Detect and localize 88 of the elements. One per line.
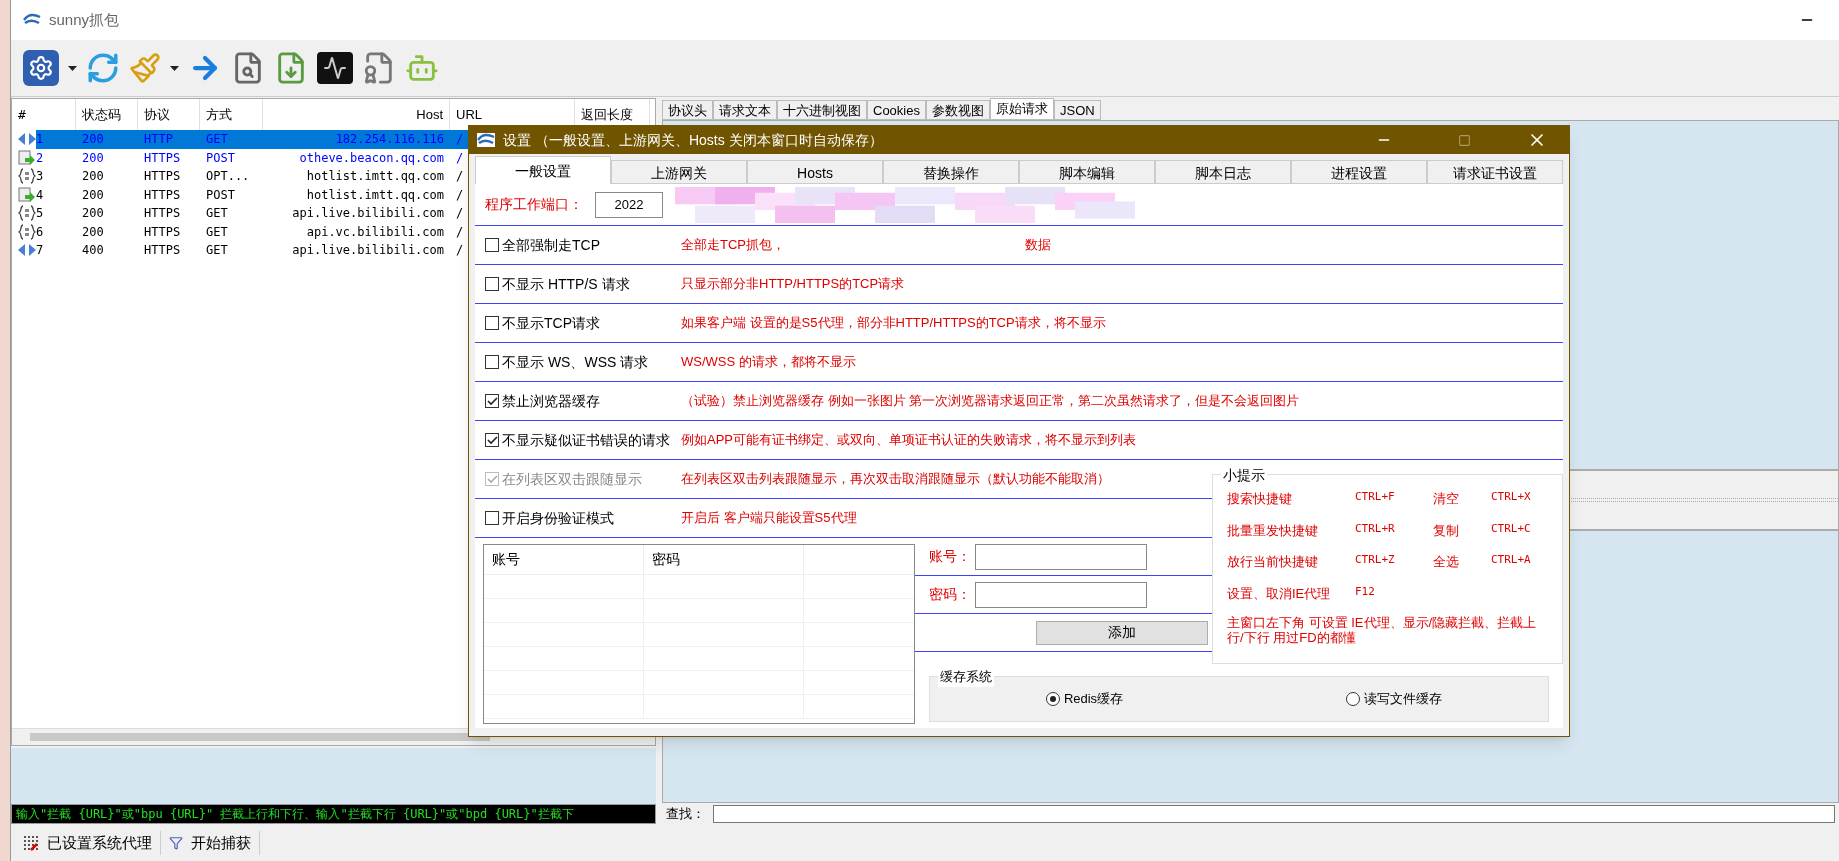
option-label[interactable]: 不显示疑似证书错误的请求 (502, 429, 670, 451)
cache-title: 缓存系统 (938, 667, 994, 687)
app-logo-icon (23, 13, 41, 27)
add-button[interactable]: 添加 (1036, 620, 1208, 645)
option-description: 如果客户端 设置的是S5代理，部分非HTTP/HTTPS的TCP请求，将不显示 (681, 314, 1106, 333)
settings-tab[interactable]: 上游网关 (611, 160, 747, 184)
detail-tab[interactable]: 十六进制视图 (777, 100, 867, 120)
shortcut-keys: F12 (1355, 583, 1433, 603)
account-field[interactable] (975, 543, 1147, 570)
caret-icon[interactable] (170, 65, 179, 71)
shortcut-keys: CTRL+C (1491, 520, 1548, 540)
option-label[interactable]: 禁止浏览器缓存 (502, 390, 600, 412)
shortcut-action: 清空 (1433, 490, 1460, 508)
tips-note: 主窗口左下角 可设置 IE代理、显示/隐藏拦截、拦截上行/下行 用过FD的都懂 (1227, 615, 1538, 645)
settings-tab[interactable]: 进程设置 (1291, 160, 1427, 184)
shortcut-action: 批量重发快捷键 (1227, 521, 1319, 540)
password-label: 密码： (929, 585, 971, 604)
double-arrow-icon (18, 244, 36, 257)
braces-icon (18, 223, 36, 240)
radio-button[interactable] (1345, 692, 1360, 706)
shortcut-action: 搜索快捷键 (1227, 490, 1293, 508)
column-header[interactable]: 密码 (644, 545, 804, 574)
option-description: （试验）禁止浏览器缓存 例如一张图片 第一次浏览器请求返回正常，第二次虽然请求了，但是不会返回图片 (681, 392, 1300, 411)
settings-tab[interactable]: 请求证书设置 (1427, 160, 1563, 184)
caret-icon[interactable] (68, 65, 77, 71)
checkbox[interactable] (485, 277, 499, 291)
option-label[interactable]: 开启身份验证模式 (502, 507, 614, 529)
option-description: 例如APP可能有证书绑定、或双向、单项证书认证的失败请求，将不显示到列表 (681, 431, 1136, 450)
detail-tab[interactable]: 参数视图 (925, 100, 990, 120)
option-description: 在列表区双击列表跟随显示，再次双击取消跟随显示（默认功能不能取消） (681, 470, 1110, 489)
shortcut-keys: CTRL+Z (1355, 552, 1433, 572)
braces-icon (18, 205, 36, 222)
checkbox[interactable] (485, 511, 499, 525)
option-description: 全部走TCP抓包， (681, 236, 785, 255)
settings-tab[interactable]: 替换操作 (883, 160, 1019, 184)
shortcut-keys: CTRL+F (1355, 489, 1433, 509)
option-description: 开启后 客户端只能设置S5代理 (681, 509, 857, 528)
document-arrow-icon (18, 186, 36, 203)
option-description: 数据 (1025, 236, 1051, 255)
settings-tab[interactable]: Hosts (747, 160, 883, 184)
radio-button[interactable] (1045, 692, 1060, 706)
search-label: 查找： (666, 805, 705, 824)
window-title: sunny抓包 (49, 9, 120, 30)
checkbox[interactable] (485, 238, 499, 252)
shortcut-keys: CTRL+A (1491, 552, 1548, 572)
detail-tab[interactable]: 请求文本 (713, 100, 777, 120)
detail-tab[interactable]: 协议头 (662, 100, 713, 120)
settings-tab[interactable]: 脚本编辑 (1019, 160, 1155, 184)
monitor-pulse-icon[interactable] (317, 52, 353, 84)
option-label[interactable]: 全部强制走TCP (502, 234, 600, 256)
option-description: WS/WSS 的请求，都将不显示 (681, 353, 856, 372)
shortcut-action: 复制 (1433, 521, 1460, 540)
refresh-icon[interactable] (86, 51, 120, 85)
option-label[interactable]: 不显示 WS、WSS 请求 (502, 351, 649, 373)
checkbox[interactable] (485, 316, 499, 330)
port-field[interactable]: 2022 (595, 191, 663, 218)
proxy-grid-icon (23, 835, 39, 851)
settings-icon[interactable] (23, 50, 59, 86)
checkbox[interactable] (485, 355, 499, 369)
option-label[interactable]: 不显示TCP请求 (502, 312, 600, 334)
radio-label[interactable]: Redis缓存 (1063, 689, 1124, 709)
search-field[interactable] (713, 805, 1835, 823)
detail-tab[interactable]: Cookies (867, 100, 926, 120)
shortcut-keys: CTRL+R (1355, 520, 1433, 540)
status-button[interactable]: 已设置系统代理 (15, 831, 161, 855)
app-logo-icon (477, 133, 495, 147)
radio-label[interactable]: 读写文件缓存 (1363, 689, 1442, 709)
option-description: 只显示部分非HTTP/HTTPS的TCP请求 (681, 275, 905, 294)
detail-tab[interactable]: 原始请求 (989, 98, 1054, 120)
option-label[interactable]: 不显示 HTTP/S 请求 (502, 273, 630, 295)
shortcut-action: 设置、取消IE代理 (1227, 584, 1332, 603)
detail-tab[interactable]: JSON (1053, 100, 1101, 120)
password-field[interactable] (975, 581, 1147, 608)
shortcut-keys: CTRL+X (1491, 489, 1548, 509)
status-button[interactable]: 开始捕获 (161, 831, 260, 855)
shortcut-action: 放行当前快捷键 (1227, 553, 1319, 571)
column-header[interactable]: 账号 (484, 545, 644, 574)
settings-tab[interactable]: 脚本日志 (1155, 160, 1291, 184)
braces-icon (18, 168, 36, 185)
filter-icon (169, 836, 183, 850)
account-label: 账号： (929, 547, 971, 566)
port-label: 程序工作端口： (485, 195, 583, 214)
checkbox[interactable] (485, 394, 499, 408)
settings-tab[interactable]: 一般设置 (475, 156, 611, 184)
shortcut-action: 全选 (1433, 553, 1460, 571)
document-arrow-icon (18, 149, 36, 166)
checkbox[interactable] (485, 433, 499, 447)
double-arrow-icon (18, 133, 36, 146)
